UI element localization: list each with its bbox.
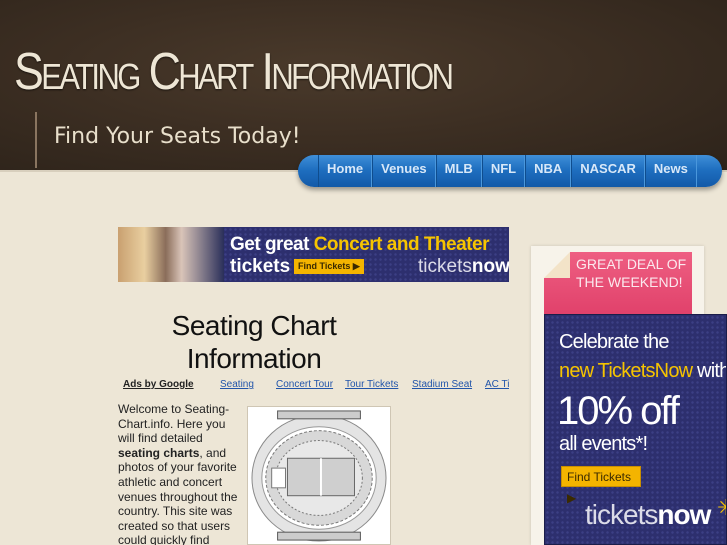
side-ad-line2-b: with bbox=[692, 360, 727, 382]
nav-news[interactable]: News bbox=[644, 155, 697, 187]
ad-link[interactable]: Concert Tour bbox=[276, 379, 333, 390]
nav-nascar[interactable]: NASCAR bbox=[571, 155, 645, 187]
intro-text: Welcome to Seating-Chart.info. Here you … bbox=[118, 402, 243, 545]
google-ads-row: Ads by Google Seating Concert Tour Tour … bbox=[118, 377, 509, 393]
ad-link[interactable]: Tour Tickets bbox=[345, 379, 398, 390]
side-ad-line2: new TicketsNow with bbox=[559, 360, 727, 383]
intro-text-b: , and photos of your favorite athletic a… bbox=[118, 445, 238, 545]
nav-nfl[interactable]: NFL bbox=[481, 155, 526, 187]
banner-ad-headline-b: Concert and Theater bbox=[313, 234, 490, 255]
page-heading: Seating Chart Information bbox=[171, 310, 337, 374]
logo-part-a: tickets bbox=[418, 256, 472, 277]
logo-part-b: now bbox=[471, 256, 509, 277]
tagline: Find Your Seats Today! bbox=[54, 124, 301, 149]
nav-venues[interactable]: Venues bbox=[372, 155, 436, 187]
starburst-icon: ✳ bbox=[717, 495, 726, 521]
ad-link[interactable]: Seating bbox=[220, 379, 254, 390]
side-ad-line1: Celebrate the bbox=[559, 331, 669, 353]
site-title[interactable]: Seating Chart Information bbox=[14, 42, 454, 102]
banner-find-tickets-button[interactable]: Find Tickets ▶ bbox=[294, 259, 364, 274]
deal-tag-fold bbox=[544, 252, 570, 278]
banner-ad-subline: tickets bbox=[230, 256, 291, 277]
ticketsnow-logo: ticketsnow bbox=[418, 256, 509, 278]
ads-by-google-label[interactable]: Ads by Google bbox=[123, 379, 194, 390]
logo-part-a: tickets bbox=[585, 499, 658, 530]
deal-title: GREAT DEAL OF THE WEEKEND! bbox=[576, 256, 687, 290]
nav-mlb[interactable]: MLB bbox=[435, 155, 482, 187]
banner-ad-photo bbox=[118, 227, 224, 282]
ticketsnow-logo: ticketsnow bbox=[585, 499, 711, 531]
tagline-divider bbox=[35, 112, 37, 168]
ad-link[interactable]: Stadium Seat bbox=[412, 379, 472, 390]
side-ad-find-tickets-button[interactable]: Find Tickets ▶ bbox=[561, 466, 641, 505]
venue-seating-chart-image[interactable] bbox=[247, 406, 391, 545]
nav-home[interactable]: Home bbox=[318, 155, 373, 187]
site-header: Seating Chart Information Find Your Seat… bbox=[0, 0, 727, 172]
arena-diagram bbox=[251, 410, 387, 542]
ad-link[interactable]: AC Ti bbox=[485, 379, 509, 390]
banner-ad-headline-a: Get great bbox=[230, 234, 314, 255]
intro-text-bold: seating charts bbox=[118, 445, 200, 460]
main-nav: Home Venues MLB NFL NBA NASCAR News bbox=[298, 155, 722, 187]
banner-ad-concert-tickets[interactable]: Get great Concert and Theater tickets Fi… bbox=[118, 227, 509, 282]
side-ad-line4: all events*! bbox=[559, 433, 648, 455]
logo-part-b: now bbox=[657, 499, 711, 530]
nav-end-cap bbox=[697, 155, 722, 187]
side-ad-line2-a: new TicketsNow bbox=[559, 360, 693, 382]
intro-text-a: Welcome to Seating-Chart.info. Here you … bbox=[118, 402, 230, 446]
banner-ad-headline: Get great Concert and Theater bbox=[230, 234, 489, 256]
sidebar-ad-ticketsnow[interactable]: Celebrate the new TicketsNow with 10% of… bbox=[544, 314, 727, 545]
nav-nba[interactable]: NBA bbox=[525, 155, 572, 187]
side-ad-discount: 10% off bbox=[557, 389, 680, 433]
